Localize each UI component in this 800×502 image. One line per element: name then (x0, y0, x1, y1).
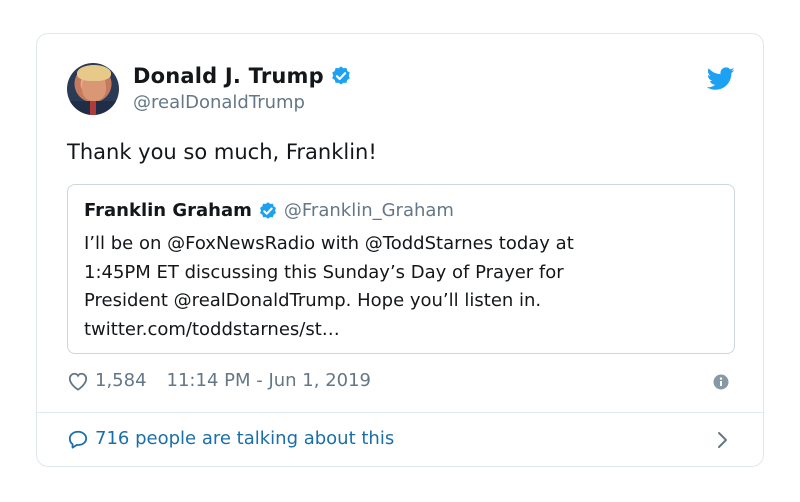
info-icon[interactable] (713, 374, 729, 394)
twitter-bird-icon[interactable] (706, 67, 735, 95)
quoted-text-line: President @realDonaldTrump. Hope you’ll … (84, 290, 542, 311)
quoted-text-line: 1:45PM ET discussing this Sunday’s Day o… (84, 261, 564, 283)
tweet-card: Donald J. Trump @realDonaldTrump Thank y… (36, 33, 764, 467)
speech-bubble-icon (67, 429, 89, 449)
tweet-stats: 1,584 11:14 PM - Jun 1, 2019 (67, 370, 371, 391)
tweet-timestamp[interactable]: 11:14 PM - Jun 1, 2019 (167, 370, 371, 391)
avatar[interactable] (67, 63, 119, 115)
quoted-tweet[interactable]: Franklin Graham @Franklin_Graham I’ll be… (67, 184, 735, 354)
quoted-handle: @Franklin_Graham (283, 200, 454, 221)
quoted-tweet-body: I’ll be on @FoxNewsRadio with @ToddStarn… (84, 230, 714, 344)
author-handle[interactable]: @realDonaldTrump (133, 92, 305, 113)
verified-badge-icon (258, 201, 278, 221)
quoted-link: twitter.com/toddstarnes/st… (84, 318, 340, 340)
author-name-row: Donald J. Trump (133, 64, 352, 88)
author-display-name[interactable]: Donald J. Trump (133, 64, 324, 88)
verified-badge-icon (330, 65, 352, 87)
heart-icon[interactable] (67, 371, 89, 391)
chevron-right-icon[interactable] (715, 430, 729, 454)
like-count[interactable]: 1,584 (95, 370, 147, 391)
tweet-text: Thank you so much, Franklin! (67, 140, 377, 164)
conversation-count-label[interactable]: 716 people are talking about this (95, 428, 394, 449)
quoted-display-name: Franklin Graham (84, 200, 252, 221)
quoted-text-line: I’ll be on @FoxNewsRadio with @ToddStarn… (84, 233, 574, 254)
conversation-link[interactable]: 716 people are talking about this (67, 428, 394, 449)
divider (37, 412, 763, 413)
quoted-tweet-header: Franklin Graham @Franklin_Graham (84, 200, 454, 221)
